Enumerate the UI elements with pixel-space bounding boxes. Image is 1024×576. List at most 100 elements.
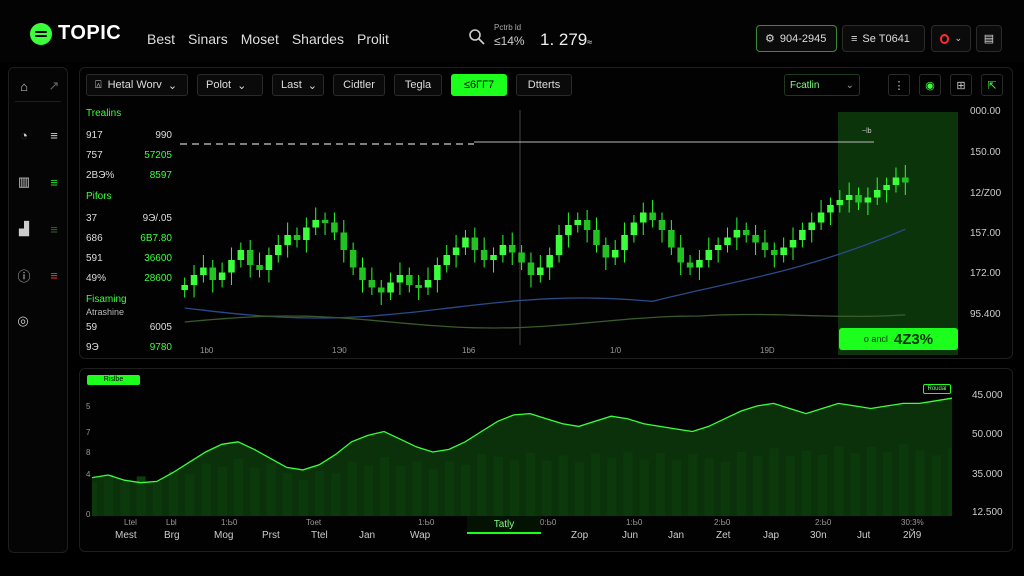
candle-body[interactable] — [181, 285, 188, 290]
clock-icon[interactable]: ◔ — [16, 127, 32, 143]
candle-body[interactable] — [817, 212, 825, 223]
candle-body[interactable] — [630, 222, 638, 236]
candle-body[interactable] — [508, 245, 516, 253]
candle-body[interactable] — [864, 197, 872, 203]
candle-body[interactable] — [883, 185, 890, 190]
candle-body[interactable] — [246, 250, 254, 265]
candle-body[interactable] — [349, 250, 357, 268]
candle-body[interactable] — [443, 255, 451, 265]
more-icon[interactable]: ⋮ — [888, 74, 910, 96]
circle-icon[interactable]: ◉ — [919, 74, 941, 96]
candlestick-chart[interactable]: ~lb — [174, 100, 1014, 355]
candle-body[interactable] — [799, 230, 806, 240]
list-icon[interactable]: ≡ — [46, 127, 62, 143]
candle-body[interactable] — [565, 225, 572, 235]
watch-row[interactable]: 591 36600 — [86, 248, 172, 268]
watch-row[interactable]: 757 57205 — [86, 145, 172, 165]
watch-row[interactable]: 59 6005 — [86, 317, 172, 337]
area-chart[interactable] — [92, 388, 952, 516]
candle-body[interactable] — [827, 205, 834, 213]
candle-body[interactable] — [696, 260, 703, 268]
candle-body[interactable] — [312, 220, 319, 228]
filter-select[interactable]: Fcatlin ⌄ — [784, 74, 860, 96]
candle-body[interactable] — [518, 252, 525, 263]
home-icon[interactable]: ⌂ — [16, 78, 32, 94]
candle-body[interactable] — [705, 250, 713, 260]
candle-body[interactable] — [452, 247, 460, 256]
chart-icon[interactable]: ▟ — [16, 221, 32, 237]
candle-body[interactable] — [293, 235, 301, 240]
document-button[interactable]: ▤ — [976, 25, 1002, 52]
candle-body[interactable] — [237, 250, 245, 260]
candle-body[interactable] — [537, 267, 544, 276]
candle-body[interactable] — [527, 262, 535, 276]
last-select[interactable]: Last ⌄ — [272, 74, 324, 96]
candle-body[interactable] — [368, 280, 376, 288]
candle-body[interactable] — [256, 265, 263, 270]
candle-body[interactable] — [639, 212, 647, 223]
candle-body[interactable] — [583, 220, 591, 230]
target-icon[interactable]: ◎ — [15, 313, 31, 329]
candle-body[interactable] — [602, 245, 610, 258]
candle-body[interactable] — [649, 212, 656, 221]
candle-body[interactable] — [892, 177, 900, 186]
nav-item-shardes[interactable]: Shardes — [292, 31, 344, 47]
candle-body[interactable] — [415, 285, 422, 288]
list-green-icon[interactable]: ≡ — [46, 174, 62, 190]
watch-row[interactable]: 37 9Э/.05 — [86, 208, 172, 228]
watch-row[interactable]: 686 6B7.80 — [86, 228, 172, 248]
watch-row[interactable]: 9Э 9780 — [86, 337, 172, 357]
candle-body[interactable] — [611, 250, 619, 258]
record-dropdown[interactable]: ⌄ — [931, 25, 971, 52]
candle-body[interactable] — [377, 287, 385, 293]
list-red-icon[interactable]: ≡ — [46, 267, 62, 283]
candle-body[interactable] — [480, 250, 488, 260]
candle-body[interactable] — [546, 255, 553, 268]
candle-body[interactable] — [677, 247, 684, 263]
candle-body[interactable] — [724, 237, 731, 246]
candle-body[interactable] — [424, 280, 432, 288]
candle-body[interactable] — [499, 245, 507, 255]
highlight-badge[interactable]: o ancl 4Z3% — [839, 328, 958, 350]
candle-body[interactable] — [265, 255, 273, 270]
nav-item-prolit[interactable]: Prolit — [357, 31, 389, 47]
candle-body[interactable] — [274, 245, 282, 255]
candle-body[interactable] — [752, 235, 759, 243]
export-icon[interactable]: ⇱ — [981, 74, 1003, 96]
candle-body[interactable] — [471, 237, 479, 251]
candle-body[interactable] — [218, 272, 226, 281]
candle-body[interactable] — [228, 260, 235, 273]
candle-body[interactable] — [808, 222, 816, 231]
nav-item-best[interactable]: Best — [147, 31, 175, 47]
list-dim-icon[interactable]: ≡ — [46, 221, 62, 237]
logo[interactable]: TOPIC — [30, 22, 121, 45]
lower-badge[interactable]: Rislbe — [87, 375, 140, 385]
candle-body[interactable] — [190, 275, 198, 285]
candle-body[interactable] — [686, 262, 694, 268]
candle-body[interactable] — [434, 265, 441, 280]
nav-item-moset[interactable]: Moset — [241, 31, 279, 47]
candle-body[interactable] — [359, 267, 366, 281]
candle-body[interactable] — [845, 195, 853, 200]
search-icon[interactable] — [468, 28, 486, 46]
arrow-icon[interactable]: ↗ — [46, 78, 62, 94]
candle-body[interactable] — [733, 230, 741, 238]
candle-body[interactable] — [340, 232, 348, 251]
candle-body[interactable] — [621, 235, 628, 250]
plot-select[interactable]: Polot ⌄ — [197, 74, 263, 96]
nav-item-sinars[interactable]: Sinars — [188, 31, 228, 47]
sort-button[interactable]: ≡ Se T0641 — [842, 25, 925, 52]
candle-body[interactable] — [387, 282, 394, 293]
candle-body[interactable] — [593, 230, 600, 245]
period-selected[interactable]: Tatly — [467, 516, 541, 534]
candle-body[interactable] — [284, 235, 291, 245]
candle-body[interactable] — [761, 242, 769, 251]
candle-body[interactable] — [303, 227, 310, 241]
candle-body[interactable] — [742, 230, 750, 235]
candle-body[interactable] — [200, 267, 207, 276]
candle-body[interactable] — [462, 237, 469, 248]
tab-tegla[interactable]: Tegla — [394, 74, 442, 96]
candle-body[interactable] — [855, 195, 862, 203]
candle-body[interactable] — [668, 230, 675, 248]
candle-body[interactable] — [555, 235, 563, 255]
